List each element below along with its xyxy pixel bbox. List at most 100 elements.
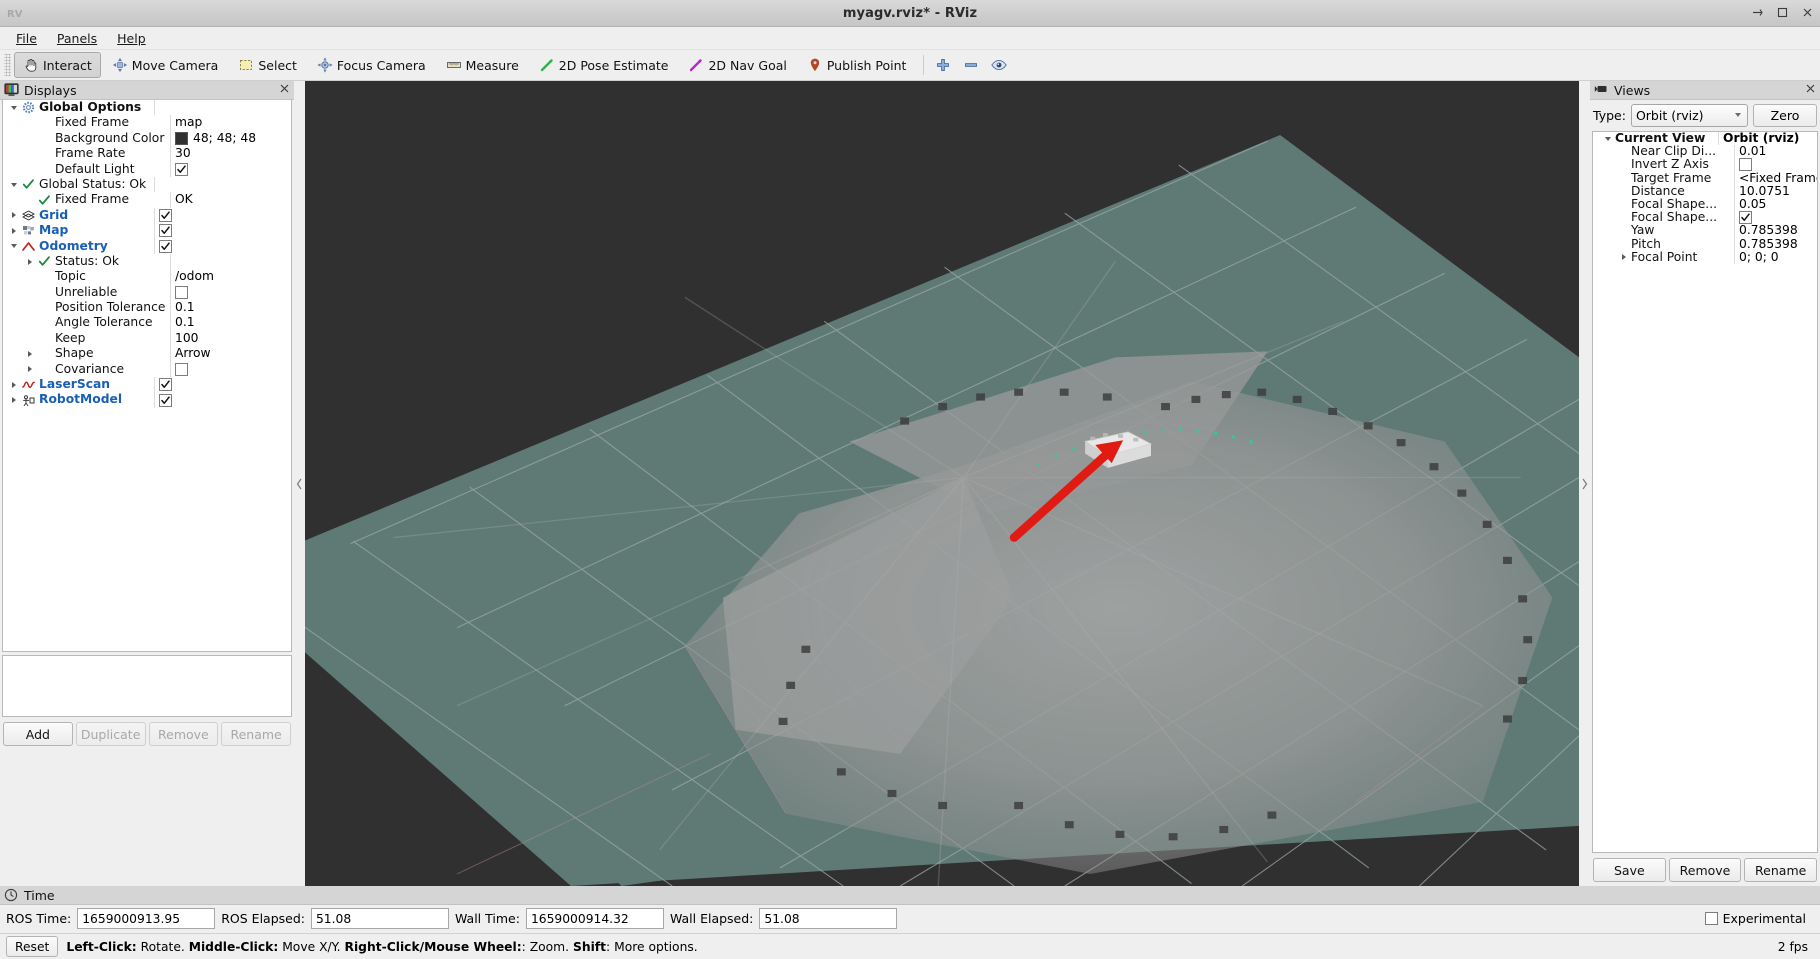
experimental-checkbox[interactable] — [1704, 912, 1718, 925]
displays-tree-row[interactable]: Default Light — [3, 161, 291, 177]
display-value-cell[interactable]: 100 — [170, 330, 291, 347]
twisty-closed-icon-v9[interactable] — [1617, 254, 1631, 261]
displays-row-label-cell[interactable]: Background Color — [3, 131, 170, 146]
wall-time-input[interactable]: 1659000914.32 — [525, 908, 664, 929]
views-row-label-cell[interactable]: Distance — [1593, 185, 1734, 198]
displays-tree-row[interactable]: Covariance — [3, 361, 291, 378]
add-tool-button[interactable] — [930, 53, 956, 77]
views-tree-row[interactable]: Yaw 0.785398 — [1593, 224, 1817, 238]
display-value-cell[interactable]: 0.1 — [170, 315, 291, 331]
views-tree-row[interactable]: Distance 10.0751 — [1593, 184, 1817, 198]
views-row-label-cell[interactable]: Near Clip Di... — [1593, 145, 1734, 158]
display-value-cell[interactable]: 48; 48; 48 — [170, 130, 291, 147]
twisty-open-icon-v0[interactable] — [1601, 136, 1615, 141]
rename-view-button[interactable]: Rename — [1744, 858, 1818, 882]
display-checkbox[interactable] — [159, 208, 172, 222]
right-splitter[interactable] — [1579, 81, 1590, 886]
displays-tree-row[interactable]: Unreliable — [3, 284, 291, 301]
display-value-cell[interactable] — [154, 176, 291, 193]
twisty-closed-icon-d8[interactable] — [7, 227, 21, 234]
displays-row-label-cell[interactable]: RobotModel — [3, 392, 154, 407]
remove-display-button[interactable]: Remove — [148, 722, 219, 746]
displays-tree-row[interactable]: Odometry — [3, 238, 291, 254]
minimize-icon[interactable] — [1751, 6, 1764, 21]
display-checkbox[interactable] — [159, 378, 172, 392]
display-checkbox[interactable] — [175, 362, 188, 376]
displays-row-label-cell[interactable]: Frame Rate — [3, 146, 170, 161]
views-tree-row[interactable]: Near Clip Di... 0.01 — [1593, 145, 1817, 159]
displays-tree-row[interactable]: Status: Ok — [3, 253, 291, 270]
displays-row-label-cell[interactable]: Keep — [3, 331, 170, 346]
views-row-label-cell[interactable]: Pitch — [1593, 238, 1734, 251]
displays-row-label-cell[interactable]: Fixed Frame — [3, 192, 170, 207]
displays-row-label-cell[interactable]: Status: Ok — [3, 254, 170, 269]
twisty-closed-icon-d10[interactable] — [23, 258, 37, 265]
views-row-label-cell[interactable]: Focal Shape... — [1593, 211, 1734, 224]
displays-row-label-cell[interactable]: Position Tolerance — [3, 300, 170, 315]
tool-2d-nav-goal[interactable]: 2D Nav Goal — [679, 52, 795, 78]
tool-2d-pose-estimate[interactable]: 2D Pose Estimate — [530, 52, 678, 78]
menu-file[interactable]: File — [6, 29, 47, 48]
tool-focus-camera[interactable]: Focus Camera — [308, 52, 435, 78]
views-value-cell[interactable]: 0.785398 — [1734, 237, 1817, 251]
views-checkbox[interactable] — [1739, 211, 1752, 225]
displays-row-label-cell[interactable]: Topic — [3, 269, 170, 284]
displays-row-label-cell[interactable]: Unreliable — [3, 285, 170, 300]
views-row-label-cell[interactable]: Invert Z Axis — [1593, 158, 1734, 171]
views-row-label-cell[interactable]: Target Frame — [1593, 172, 1734, 185]
twisty-closed-icon-d18[interactable] — [7, 381, 21, 388]
display-checkbox[interactable] — [159, 239, 172, 253]
tool-measure[interactable]: Measure — [437, 52, 528, 78]
save-view-button[interactable]: Save — [1593, 858, 1666, 882]
display-value-cell[interactable] — [154, 238, 291, 254]
displays-tree-row[interactable]: Map — [3, 223, 291, 239]
twisty-closed-icon-d7[interactable] — [7, 212, 21, 219]
add-button[interactable]: Add — [3, 722, 73, 746]
displays-tree-row[interactable]: LaserScan — [3, 377, 291, 393]
displays-row-label-cell[interactable]: Global Options — [3, 100, 154, 115]
display-value-cell[interactable]: /odom — [170, 269, 291, 285]
display-value-cell[interactable]: 0.1 — [170, 300, 291, 316]
tool-move-camera[interactable]: Move Camera — [103, 52, 228, 78]
reset-button[interactable]: Reset — [6, 936, 59, 957]
zero-button[interactable]: Zero — [1753, 104, 1817, 127]
wall-elapsed-input[interactable]: 51.08 — [759, 908, 898, 929]
twisty-open-icon-d9[interactable] — [7, 244, 21, 249]
menu-help[interactable]: Help — [107, 29, 156, 48]
twisty-closed-icon-d17[interactable] — [23, 366, 37, 373]
displays-tree-row[interactable]: Angle Tolerance 0.1 — [3, 315, 291, 331]
twisty-closed-icon-d16[interactable] — [23, 350, 37, 357]
view-type-select[interactable]: Orbit (rviz) — [1630, 104, 1748, 127]
displays-row-label-cell[interactable]: Odometry — [3, 239, 154, 254]
displays-row-label-cell[interactable]: Angle Tolerance — [3, 315, 170, 330]
views-close-icon[interactable] — [1804, 82, 1816, 94]
displays-row-label-cell[interactable]: Map — [3, 223, 154, 238]
views-row-label-cell[interactable]: Current View — [1593, 132, 1718, 145]
rename-display-button[interactable]: Rename — [221, 722, 291, 746]
displays-tree-row[interactable]: Topic/odom — [3, 269, 291, 285]
views-tree-row[interactable]: Focal Shape... 0.05 — [1593, 197, 1817, 212]
display-value-cell[interactable] — [154, 207, 291, 224]
display-value-cell[interactable]: OK — [170, 192, 291, 208]
ros-time-input[interactable]: 1659000913.95 — [77, 908, 216, 929]
visibility-button[interactable] — [986, 53, 1012, 77]
views-value-cell[interactable]: 0; 0; 0 — [1734, 250, 1817, 264]
views-tree[interactable]: Current View Orbit (rviz) Near Clip Di... 0… — [1592, 131, 1818, 853]
views-row-label-cell[interactable]: Yaw — [1593, 224, 1734, 237]
views-tree-row[interactable]: Focal Point 0; 0; 0 — [1593, 250, 1817, 264]
display-value-cell[interactable]: Arrow — [170, 346, 291, 362]
display-value-cell[interactable] — [170, 361, 291, 378]
views-value-cell[interactable]: 0.05 — [1734, 197, 1817, 212]
displays-tree-row[interactable]: Frame Rate 30 — [3, 146, 291, 162]
twisty-closed-icon-d19[interactable] — [7, 397, 21, 404]
displays-row-label-cell[interactable]: Shape — [3, 346, 170, 361]
left-splitter[interactable] — [294, 81, 305, 886]
views-tree-row[interactable]: Pitch 0.785398 — [1593, 237, 1817, 251]
menu-panels[interactable]: Panels — [47, 29, 107, 48]
displays-row-label-cell[interactable]: Fixed Frame — [3, 115, 170, 130]
display-checkbox[interactable] — [159, 393, 172, 407]
displays-close-icon[interactable] — [278, 82, 290, 94]
displays-row-label-cell[interactable]: Default Light — [3, 162, 170, 177]
display-checkbox[interactable] — [175, 162, 188, 176]
views-value-cell[interactable]: Orbit (rviz) — [1718, 132, 1817, 146]
